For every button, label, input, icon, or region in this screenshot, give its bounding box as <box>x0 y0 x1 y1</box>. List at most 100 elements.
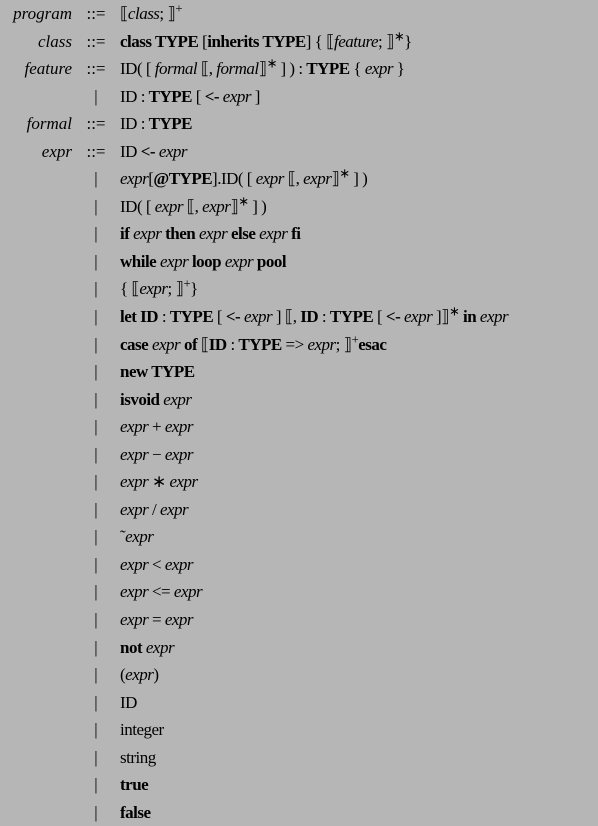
grammar-lhs <box>6 555 72 575</box>
grammar-op: | <box>78 775 114 795</box>
grammar-token: if <box>120 224 133 243</box>
grammar-token: − <box>148 445 165 464</box>
grammar-token: ⟦ <box>201 335 209 354</box>
grammar-token: expr <box>139 279 167 298</box>
grammar-token: = <box>148 610 165 629</box>
grammar-rhs: true <box>120 775 592 795</box>
grammar-token: ⟧ <box>259 59 267 78</box>
grammar-token: <= <box>148 582 174 601</box>
grammar-token: } <box>190 279 198 298</box>
grammar-token: ) <box>153 665 158 684</box>
grammar-op: | <box>78 87 114 107</box>
grammar-token: ∗ <box>394 29 404 43</box>
grammar-op: | <box>78 445 114 465</box>
grammar-token: [ <box>213 307 226 326</box>
grammar-token: ⟦, <box>284 169 303 188</box>
grammar-token: @TYPE <box>153 169 212 188</box>
grammar-op: ::= <box>78 32 114 52</box>
grammar-token: : <box>162 307 170 326</box>
grammar-token: expr <box>120 472 148 491</box>
grammar-rhs: ID : TYPE [ <- expr ] <box>120 87 592 107</box>
grammar-token: expr <box>256 169 284 188</box>
grammar-token: <- <box>141 142 159 161</box>
grammar-rhs: expr / expr <box>120 500 592 520</box>
grammar-token: else <box>227 224 259 243</box>
grammar-lhs <box>6 472 72 492</box>
grammar-rhs: string <box>120 748 592 768</box>
grammar-token: feature <box>334 32 378 51</box>
grammar-token: formal <box>155 59 197 78</box>
grammar-token: ] ⟦, <box>272 307 300 326</box>
grammar-lhs: feature <box>6 59 72 79</box>
grammar-token: TYPE <box>149 87 192 106</box>
grammar-lhs <box>6 500 72 520</box>
grammar-token: / <box>148 500 160 519</box>
grammar-token: expr <box>244 307 272 326</box>
grammar-token: in <box>459 307 480 326</box>
grammar-token: } <box>393 59 404 78</box>
grammar-token: expr <box>120 610 148 629</box>
grammar-rhs: (expr) <box>120 665 592 685</box>
grammar-token: ⟦, <box>183 197 202 216</box>
grammar-token: class TYPE <box>120 32 202 51</box>
grammar-rhs: expr < expr <box>120 555 592 575</box>
grammar-token: expr <box>202 197 230 216</box>
grammar-token: expr <box>199 224 227 243</box>
grammar-lhs: program <box>6 4 72 24</box>
grammar-token: isvoid <box>120 390 163 409</box>
grammar-token: ] <box>251 87 260 106</box>
grammar-token: while <box>120 252 160 271</box>
grammar-token: : <box>322 307 330 326</box>
grammar-rhs: ID <- expr <box>120 142 592 162</box>
grammar-rhs: new TYPE <box>120 362 592 382</box>
grammar-token: ⟦ <box>120 4 128 23</box>
grammar-token: ; ⟧ <box>378 32 394 51</box>
grammar-token: TYPE <box>330 307 373 326</box>
grammar-token: ∗ <box>449 304 459 318</box>
grammar-token: ; ⟧ <box>159 4 175 23</box>
grammar-token: expr <box>303 169 331 188</box>
grammar-op: | <box>78 307 114 327</box>
grammar-token: fi <box>287 224 300 243</box>
grammar-token: expr <box>146 638 174 657</box>
grammar-lhs <box>6 279 72 299</box>
grammar-op: | <box>78 803 114 823</box>
grammar-token: let ID <box>120 307 162 326</box>
grammar-rhs: if expr then expr else expr fi <box>120 224 592 244</box>
grammar-token: false <box>120 803 151 822</box>
grammar-token: formal <box>216 59 258 78</box>
grammar-op: ::= <box>78 4 114 24</box>
grammar-token: <- <box>205 87 223 106</box>
grammar-rhs: ID <box>120 693 592 713</box>
grammar-op: | <box>78 197 114 217</box>
grammar-token: expr <box>174 582 202 601</box>
grammar-token: expr <box>169 472 197 491</box>
grammar-op: | <box>78 417 114 437</box>
grammar-token: expr <box>120 445 148 464</box>
grammar-token: expr <box>120 417 148 436</box>
grammar-rhs: expr = expr <box>120 610 592 630</box>
grammar-token: expr <box>163 390 191 409</box>
grammar-lhs: class <box>6 32 72 52</box>
grammar-token: TYPE <box>170 307 213 326</box>
grammar-token: ; ⟧ <box>168 279 184 298</box>
grammar-op: | <box>78 638 114 658</box>
grammar-rhs: expr <= expr <box>120 582 592 602</box>
grammar-rhs: { ⟦expr; ⟧+} <box>120 279 592 299</box>
grammar-token: ID <box>120 59 137 78</box>
grammar-rhs: ˜expr <box>120 527 592 547</box>
grammar-token: expr <box>307 335 335 354</box>
grammar-token: expr <box>125 665 153 684</box>
grammar-rhs: ID : TYPE <box>120 114 592 134</box>
grammar-token: ID <box>120 693 137 712</box>
grammar-lhs: formal <box>6 114 72 134</box>
grammar-lhs <box>6 445 72 465</box>
grammar-op: | <box>78 252 114 272</box>
grammar-token: expr <box>160 500 188 519</box>
grammar-op: | <box>78 720 114 740</box>
grammar-lhs <box>6 610 72 630</box>
grammar-token: ∗ <box>238 194 248 208</box>
grammar-token: { <box>350 59 365 78</box>
grammar-token: expr <box>404 307 432 326</box>
grammar-token: { ⟦ <box>120 279 139 298</box>
